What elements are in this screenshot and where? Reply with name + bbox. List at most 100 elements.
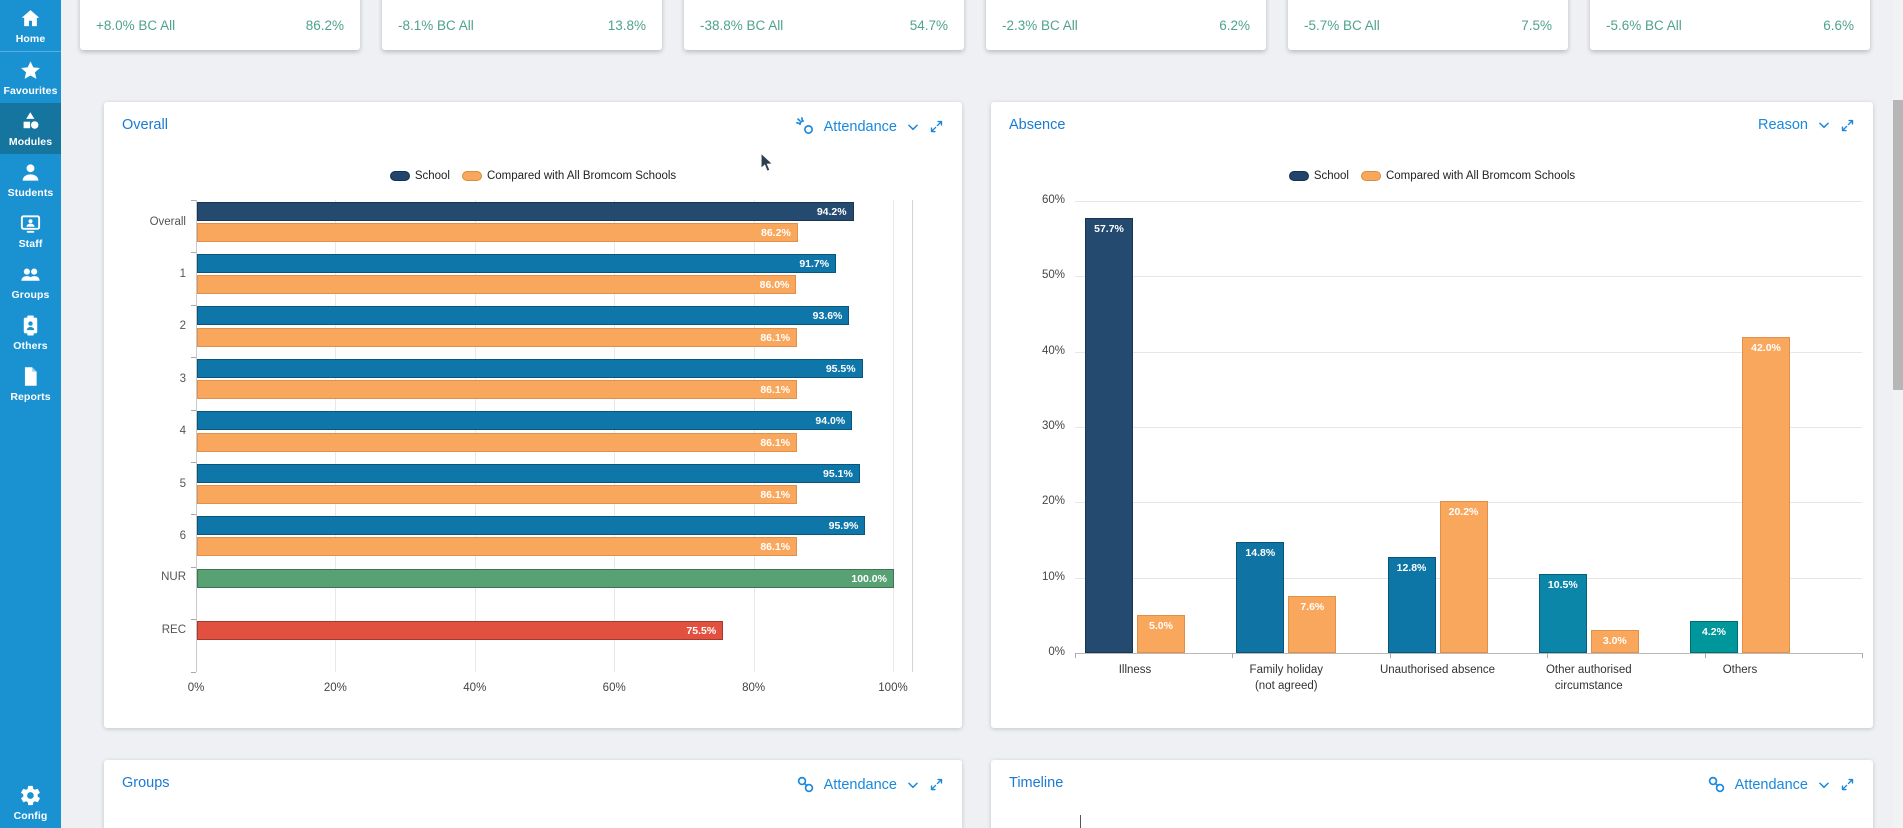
bar-value-label: 20.2% xyxy=(1441,506,1487,518)
sidebar-item-label: Staff xyxy=(19,238,43,250)
card-delta: +8.0% BC All xyxy=(96,18,175,33)
bar-value-label: 94.0% xyxy=(815,415,845,427)
summary-card-4[interactable]: -2.3% BC All6.2% xyxy=(986,0,1266,50)
bar-school-3[interactable]: 95.5% xyxy=(197,359,863,378)
gear-icon xyxy=(19,784,42,807)
bar-compared-1[interactable]: 86.0% xyxy=(197,275,796,294)
chevron-down-icon[interactable] xyxy=(906,778,920,792)
bar-compared-5[interactable]: 86.1% xyxy=(197,485,797,504)
bar-compared-6[interactable]: 86.1% xyxy=(197,537,797,556)
bar-school-Others[interactable]: 4.2% xyxy=(1690,621,1738,653)
expand-icon[interactable] xyxy=(929,777,944,792)
scrollbar-track[interactable] xyxy=(1893,0,1903,828)
link-icon[interactable] xyxy=(1707,775,1726,794)
bar-school-1[interactable]: 91.7% xyxy=(197,254,836,273)
y-tick-label: 0% xyxy=(991,646,1065,658)
y-tick-label: 30% xyxy=(991,420,1065,432)
link-icon[interactable] xyxy=(796,775,815,794)
absence-metric-selector[interactable]: Reason xyxy=(1758,117,1808,133)
modules-icon xyxy=(19,110,42,133)
bar-compared-Family holiday[interactable]: 7.6% xyxy=(1288,596,1336,653)
sidebar-item-staff[interactable]: Staff xyxy=(0,205,61,256)
bar-compared-Illness[interactable]: 5.0% xyxy=(1137,615,1185,653)
chevron-down-icon[interactable] xyxy=(906,120,920,134)
sidebar-item-favourites[interactable]: Favourites xyxy=(0,52,61,103)
sidebar-item-config[interactable]: Config xyxy=(0,777,61,828)
sidebar-item-label: Modules xyxy=(9,136,52,148)
bar-school-Unauthorised absence[interactable]: 12.8% xyxy=(1388,557,1436,653)
overall-bar-chart: 94.2%86.2%Overall91.7%86.0%193.6%86.1%29… xyxy=(104,200,962,710)
timeline-chart-axis xyxy=(1080,815,1081,828)
expand-icon[interactable] xyxy=(929,119,944,134)
bar-compared-4[interactable]: 86.1% xyxy=(197,433,797,452)
bar-value-label: 86.2% xyxy=(761,227,791,239)
legend-label-compared: Compared with All Bromcom Schools xyxy=(487,170,676,182)
overall-panel-header: Overall Attendance xyxy=(104,102,962,148)
summary-card-6[interactable]: -5.6% BC All6.6% xyxy=(1590,0,1870,50)
sidebar-item-home[interactable]: Home xyxy=(0,0,61,52)
sidebar-item-label: Students xyxy=(8,187,54,199)
student-icon xyxy=(19,161,42,184)
bar-compared-Other authorised[interactable]: 3.0% xyxy=(1591,630,1639,653)
groups-metric-selector[interactable]: Attendance xyxy=(824,777,897,793)
category-label-4: 4 xyxy=(104,425,186,437)
sidebar-item-others[interactable]: Others xyxy=(0,307,61,358)
sidebar-item-modules[interactable]: Modules xyxy=(0,103,61,154)
sidebar-item-label: Groups xyxy=(12,289,50,301)
bar-value-label: 86.0% xyxy=(760,279,790,291)
bar-school-Illness[interactable]: 57.7% xyxy=(1085,218,1133,653)
chevron-down-icon[interactable] xyxy=(1817,118,1831,132)
bar-value-label: 75.5% xyxy=(686,625,716,637)
sidebar: HomeFavourites Modules Students Staff Groups… xyxy=(0,0,61,828)
bar-school-5[interactable]: 95.1% xyxy=(197,464,860,483)
category-label: Other authorised circumstance xyxy=(1509,663,1669,694)
category-label-6: 6 xyxy=(104,530,186,542)
bar-value-label: 86.1% xyxy=(760,384,790,396)
bar-school-2[interactable]: 93.6% xyxy=(197,306,849,325)
card-delta: -5.6% BC All xyxy=(1606,18,1682,33)
y-axis-tick xyxy=(191,252,196,253)
unlink-icon[interactable] xyxy=(796,117,815,136)
bar-value-label: 95.5% xyxy=(826,363,856,375)
y-axis-tick xyxy=(191,462,196,463)
bar-value-label: 12.8% xyxy=(1389,562,1435,574)
summary-card-2[interactable]: -8.1% BC All13.8% xyxy=(382,0,662,50)
category-label-3: 3 xyxy=(104,373,186,385)
summary-card-5[interactable]: -5.7% BC All7.5% xyxy=(1288,0,1568,50)
card-value: 6.2% xyxy=(1219,18,1250,33)
dashboard-screen: HomeFavourites Modules Students Staff Groups… xyxy=(0,0,1903,828)
bar-school-6[interactable]: 95.9% xyxy=(197,516,865,535)
category-label-2: 2 xyxy=(104,320,186,332)
summary-card-3[interactable]: -38.8% BC All54.7% xyxy=(684,0,964,50)
bar-value-label: 86.1% xyxy=(760,489,790,501)
bar-school-Family holiday[interactable]: 14.8% xyxy=(1236,542,1284,654)
bar-compared-Others[interactable]: 42.0% xyxy=(1742,337,1790,653)
sidebar-item-groups[interactable]: Groups xyxy=(0,256,61,307)
summary-card-1[interactable]: +8.0% BC All86.2% xyxy=(80,0,360,50)
bar-compared-Overall[interactable]: 86.2% xyxy=(197,223,798,242)
bar-school-Overall[interactable]: 94.2% xyxy=(197,202,854,221)
gridline xyxy=(1075,276,1862,277)
category-label: Family holiday (not agreed) xyxy=(1206,663,1366,694)
sidebar-item-reports[interactable]: Reports xyxy=(0,358,61,409)
bar-value-label: 3.0% xyxy=(1592,635,1638,647)
timeline-metric-selector[interactable]: Attendance xyxy=(1735,777,1808,793)
legend-swatch-school xyxy=(390,171,410,181)
scrollbar-thumb[interactable] xyxy=(1893,100,1903,390)
bar-value-label: 5.0% xyxy=(1138,620,1184,632)
category-label-1: 1 xyxy=(104,268,186,280)
bar-compared-Unauthorised absence[interactable]: 20.2% xyxy=(1440,501,1488,653)
overall-metric-selector[interactable]: Attendance xyxy=(824,119,897,135)
people-icon xyxy=(19,263,42,286)
expand-icon[interactable] xyxy=(1840,777,1855,792)
bar-school-NUR[interactable]: 100.0% xyxy=(197,569,894,588)
bar-school-Other authorised[interactable]: 10.5% xyxy=(1539,574,1587,653)
bar-compared-3[interactable]: 86.1% xyxy=(197,380,797,399)
bar-compared-2[interactable]: 86.1% xyxy=(197,328,797,347)
expand-icon[interactable] xyxy=(1840,118,1855,133)
sidebar-item-students[interactable]: Students xyxy=(0,154,61,205)
report-icon xyxy=(19,365,42,388)
bar-school-4[interactable]: 94.0% xyxy=(197,411,852,430)
bar-school-REC[interactable]: 75.5% xyxy=(197,621,723,640)
chevron-down-icon[interactable] xyxy=(1817,778,1831,792)
